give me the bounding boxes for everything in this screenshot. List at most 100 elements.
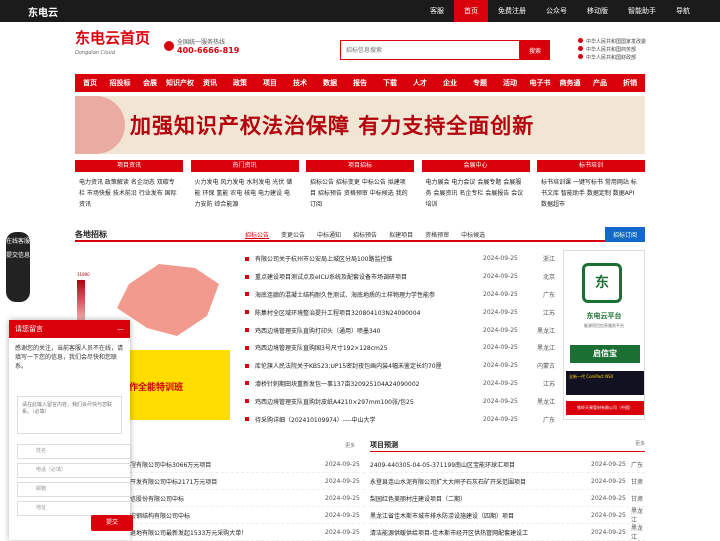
list-item[interactable]: 清洁能源供暖供给项目-佳木斯市经开区供热管网配套建设工 2024-09-25 黑龙江 bbox=[370, 524, 645, 541]
forecast-title[interactable]: 黑龙江省佳木斯市城市排水防涝设施建设（四期）项目 bbox=[370, 511, 591, 520]
table-row[interactable]: 库伦旗人民法院关于KB523;UP15密封夜包画内装4幅未鉴定长约70厘 2024… bbox=[245, 357, 555, 375]
top-link-wechat[interactable]: 公众号 bbox=[536, 0, 577, 22]
list-item[interactable]: 2409-440305-04-05-371199南山区宝能环球汇项目 2024-0… bbox=[370, 456, 645, 473]
tender-title[interactable]: 重点建设项目测试点及eICU系统及配套设备市场调研项目 bbox=[255, 272, 483, 281]
nav-item[interactable]: 商务通 bbox=[555, 74, 585, 92]
category-title[interactable]: 项目招标 bbox=[306, 160, 414, 172]
tab-6[interactable]: 中标候选 bbox=[461, 230, 485, 239]
nav-item[interactable]: 专题 bbox=[465, 74, 495, 92]
phone-field[interactable]: 电话（必填） bbox=[17, 463, 132, 478]
top-link-service[interactable]: 客服 bbox=[420, 0, 454, 22]
table-row[interactable]: 鸡西边境管理支队直购封皮纸A4210×297mm100张/包25 2024-09-… bbox=[245, 392, 555, 410]
list-item[interactable]: 开发有限公司中标2171万元项目 2024-09-25 bbox=[130, 473, 365, 490]
brand[interactable]: 东电云首页 Dongdian Cloud bbox=[75, 31, 150, 61]
category-title[interactable]: 会展中心 bbox=[421, 160, 530, 172]
category-links[interactable]: 招标公告 招标变更 中标公告 拟建项目 招标预告 资格预审 中标候选 我的订阅 bbox=[306, 172, 414, 215]
tab-3[interactable]: 招标预告 bbox=[353, 230, 377, 239]
category-title[interactable]: 项目资讯 bbox=[75, 160, 183, 172]
list-item[interactable]: 梨园红色美丽村庄建设项目（二期） 2024-09-25 甘肃 bbox=[370, 490, 645, 507]
forecast-title[interactable]: 梨园红色美丽村庄建设项目（二期） bbox=[370, 494, 591, 503]
address-field[interactable]: 地址 bbox=[17, 501, 132, 516]
side-ads[interactable]: 东 东电云平台 能源项目信息服务平台 启信宝 全新一代 ComPact NSX … bbox=[563, 250, 645, 420]
top-link-register[interactable]: 免费注册 bbox=[488, 0, 536, 22]
nav-item[interactable]: 电子书 bbox=[525, 74, 555, 92]
table-row[interactable]: 待采购详细（202410109974）----中山大学 2024-09-25 广东 bbox=[245, 410, 555, 428]
gov-link[interactable]: 中华人民共和国国家发改委 bbox=[578, 38, 646, 46]
list-item[interactable]: 黑龙江省佳木斯市城市排水防涝设施建设（四期）项目 2024-09-25 黑龙江 bbox=[370, 507, 645, 524]
table-row[interactable]: 有限公司关于杭州市公安局上城区分局100路监控维 2024-09-25 浙江 bbox=[245, 250, 555, 268]
table-row[interactable]: 海底连廊的混凝土结构耐久性测试、海底地质的土样物理力学性能参 2024-09-25… bbox=[245, 286, 555, 304]
nav-item[interactable]: 政策 bbox=[225, 74, 255, 92]
nav-item[interactable]: 招投标 bbox=[105, 74, 135, 92]
category-links[interactable]: 火力发电 风力发电 水利发电 光伏 储能 环保 氢能 农电 核电 电力建设 电力… bbox=[191, 172, 299, 215]
submit-button[interactable]: 提交 bbox=[91, 515, 133, 531]
category-title[interactable]: 标书培训 bbox=[537, 160, 645, 172]
winbid-title[interactable]: 退地有限公司最新发起1533万元采购大单！ bbox=[130, 528, 325, 537]
tender-title[interactable]: 陈集村全区域环境整治提升工程项目320804103N24090004 bbox=[255, 308, 483, 317]
list-item[interactable]: 程有限公司中标3066万元项目 2024-09-25 bbox=[130, 456, 365, 473]
tab-2[interactable]: 中标通知 bbox=[317, 230, 341, 239]
winbid-title[interactable]: 宏钢结构有限公司中标 bbox=[130, 511, 325, 520]
category-links[interactable]: 电力展会 电力会议 会展专题 会展服务 会展资讯 名企专栏 会展报告 会议培训 bbox=[422, 172, 530, 215]
forecast-title[interactable]: 清洁能源供暖供给项目-佳木斯市经开区供热管网配套建设工 bbox=[370, 528, 591, 537]
search-input[interactable] bbox=[340, 40, 520, 60]
banner[interactable]: 加强知识产权法治保障 有力支持全面创新 bbox=[75, 96, 645, 154]
category-title[interactable]: 热门资讯 bbox=[190, 160, 299, 172]
tab-5[interactable]: 资格预审 bbox=[425, 230, 449, 239]
tender-title[interactable]: 鸡西边境管理支队直购打印头（通用）喷墨340 bbox=[255, 326, 483, 335]
table-row[interactable]: 濠桥针刺期田块重新发包一事137亩320925104A24090002 2024-… bbox=[245, 375, 555, 393]
tab-4[interactable]: 拟建项目 bbox=[389, 230, 413, 239]
gov-link[interactable]: 中华人民共和国商务部 bbox=[578, 46, 646, 54]
top-link-nav[interactable]: 导航 bbox=[666, 0, 700, 22]
email-field[interactable]: 邮箱 bbox=[17, 482, 132, 497]
table-row[interactable]: 重点建设项目测试点及eICU系统及配套设备市场调研项目 2024-09-25 北京 bbox=[245, 268, 555, 286]
message-textarea[interactable] bbox=[17, 396, 122, 434]
tender-title[interactable]: 鸡西边境管理支队直购封皮纸A4210×297mm100张/包25 bbox=[255, 397, 483, 406]
nav-item[interactable]: 报告 bbox=[345, 74, 375, 92]
submit-info-button[interactable]: 提交信息 bbox=[6, 252, 30, 260]
online-service-button[interactable]: 在线客服 bbox=[6, 238, 30, 246]
nav-item[interactable]: 资讯 bbox=[195, 74, 225, 92]
nav-item[interactable]: 技术 bbox=[285, 74, 315, 92]
nav-item[interactable]: 项目 bbox=[255, 74, 285, 92]
forecast-title[interactable]: 永登县连山水泥有限公司扩大大闸子石灰石矿开采范围项目 bbox=[370, 477, 591, 486]
nav-item[interactable]: 企业 bbox=[435, 74, 465, 92]
winbid-title[interactable]: 信股份有限公司中标 bbox=[130, 494, 325, 503]
tender-title[interactable]: 鸡西边境管理支队直购国3号尺寸192×128cm25 bbox=[255, 343, 483, 352]
list-item[interactable]: 信股份有限公司中标 2024-09-25 bbox=[130, 490, 365, 507]
nav-item[interactable]: 首页 bbox=[75, 74, 105, 92]
top-link-mobile[interactable]: 移动版 bbox=[577, 0, 618, 22]
nav-item[interactable]: 会展 bbox=[135, 74, 165, 92]
list-item[interactable]: 宏钢结构有限公司中标 2024-09-25 bbox=[130, 507, 365, 524]
list-item[interactable]: 退地有限公司最新发起1533万元采购大单！ 2024-09-25 bbox=[130, 524, 365, 541]
nav-item[interactable]: 人才 bbox=[405, 74, 435, 92]
top-link-assistant[interactable]: 智能助手 bbox=[618, 0, 666, 22]
table-row[interactable]: 鸡西边境管理支队直购打印头（通用）喷墨340 2024-09-25 黑龙江 bbox=[245, 321, 555, 339]
tender-title[interactable]: 濠桥针刺期田块重新发包一事137亩320925104A24090002 bbox=[255, 379, 483, 388]
winbid-title[interactable]: 程有限公司中标3066万元项目 bbox=[130, 460, 325, 469]
forecast-title[interactable]: 2409-440305-04-05-371199南山区宝能环球汇项目 bbox=[370, 460, 591, 469]
list-item[interactable]: 永登县连山水泥有限公司扩大大闸子石灰石矿开采范围项目 2024-09-25 甘肃 bbox=[370, 473, 645, 490]
nav-item[interactable]: 产品 bbox=[585, 74, 615, 92]
nav-item[interactable]: 折销 bbox=[615, 74, 645, 92]
category-links[interactable]: 标书培训课 一键写标书 常用网站 标书文库 智能助手 数据定制 数据API 数据… bbox=[537, 172, 645, 215]
tab-0[interactable]: 招标公告 bbox=[245, 230, 269, 239]
tender-title[interactable]: 海底连廊的混凝土结构耐久性测试、海底地质的土样物理力学性能参 bbox=[255, 290, 483, 299]
name-field[interactable]: 姓名 bbox=[17, 444, 132, 459]
tab-1[interactable]: 变更公告 bbox=[281, 230, 305, 239]
nav-item[interactable]: 知识产权 bbox=[165, 74, 195, 92]
compact-ad[interactable]: 全新一代 ComPact NSX bbox=[566, 371, 644, 395]
tender-title[interactable]: 待采购详细（202410109974）----中山大学 bbox=[255, 415, 483, 424]
site-logo[interactable]: 东电云 bbox=[28, 4, 58, 19]
company-ad[interactable]: 铁岭天果管材有限公司（中国） bbox=[566, 401, 644, 415]
top-link-home[interactable]: 首页 bbox=[454, 0, 488, 22]
subscribe-button[interactable]: 招标订阅 bbox=[604, 226, 645, 242]
nav-item[interactable]: 活动 bbox=[495, 74, 525, 92]
tender-title[interactable]: 有限公司关于杭州市公安局上城区分局100路监控维 bbox=[255, 254, 483, 263]
nav-item[interactable]: 数据 bbox=[315, 74, 345, 92]
minimize-icon[interactable]: — bbox=[117, 320, 124, 338]
table-row[interactable]: 陈集村全区域环境整治提升工程项目320804103N24090004 2024-0… bbox=[245, 303, 555, 321]
search-button[interactable]: 搜索 bbox=[520, 40, 550, 60]
winbid-title[interactable]: 开发有限公司中标2171万元项目 bbox=[130, 477, 325, 486]
qixin-ad[interactable]: 启信宝 bbox=[570, 345, 640, 363]
